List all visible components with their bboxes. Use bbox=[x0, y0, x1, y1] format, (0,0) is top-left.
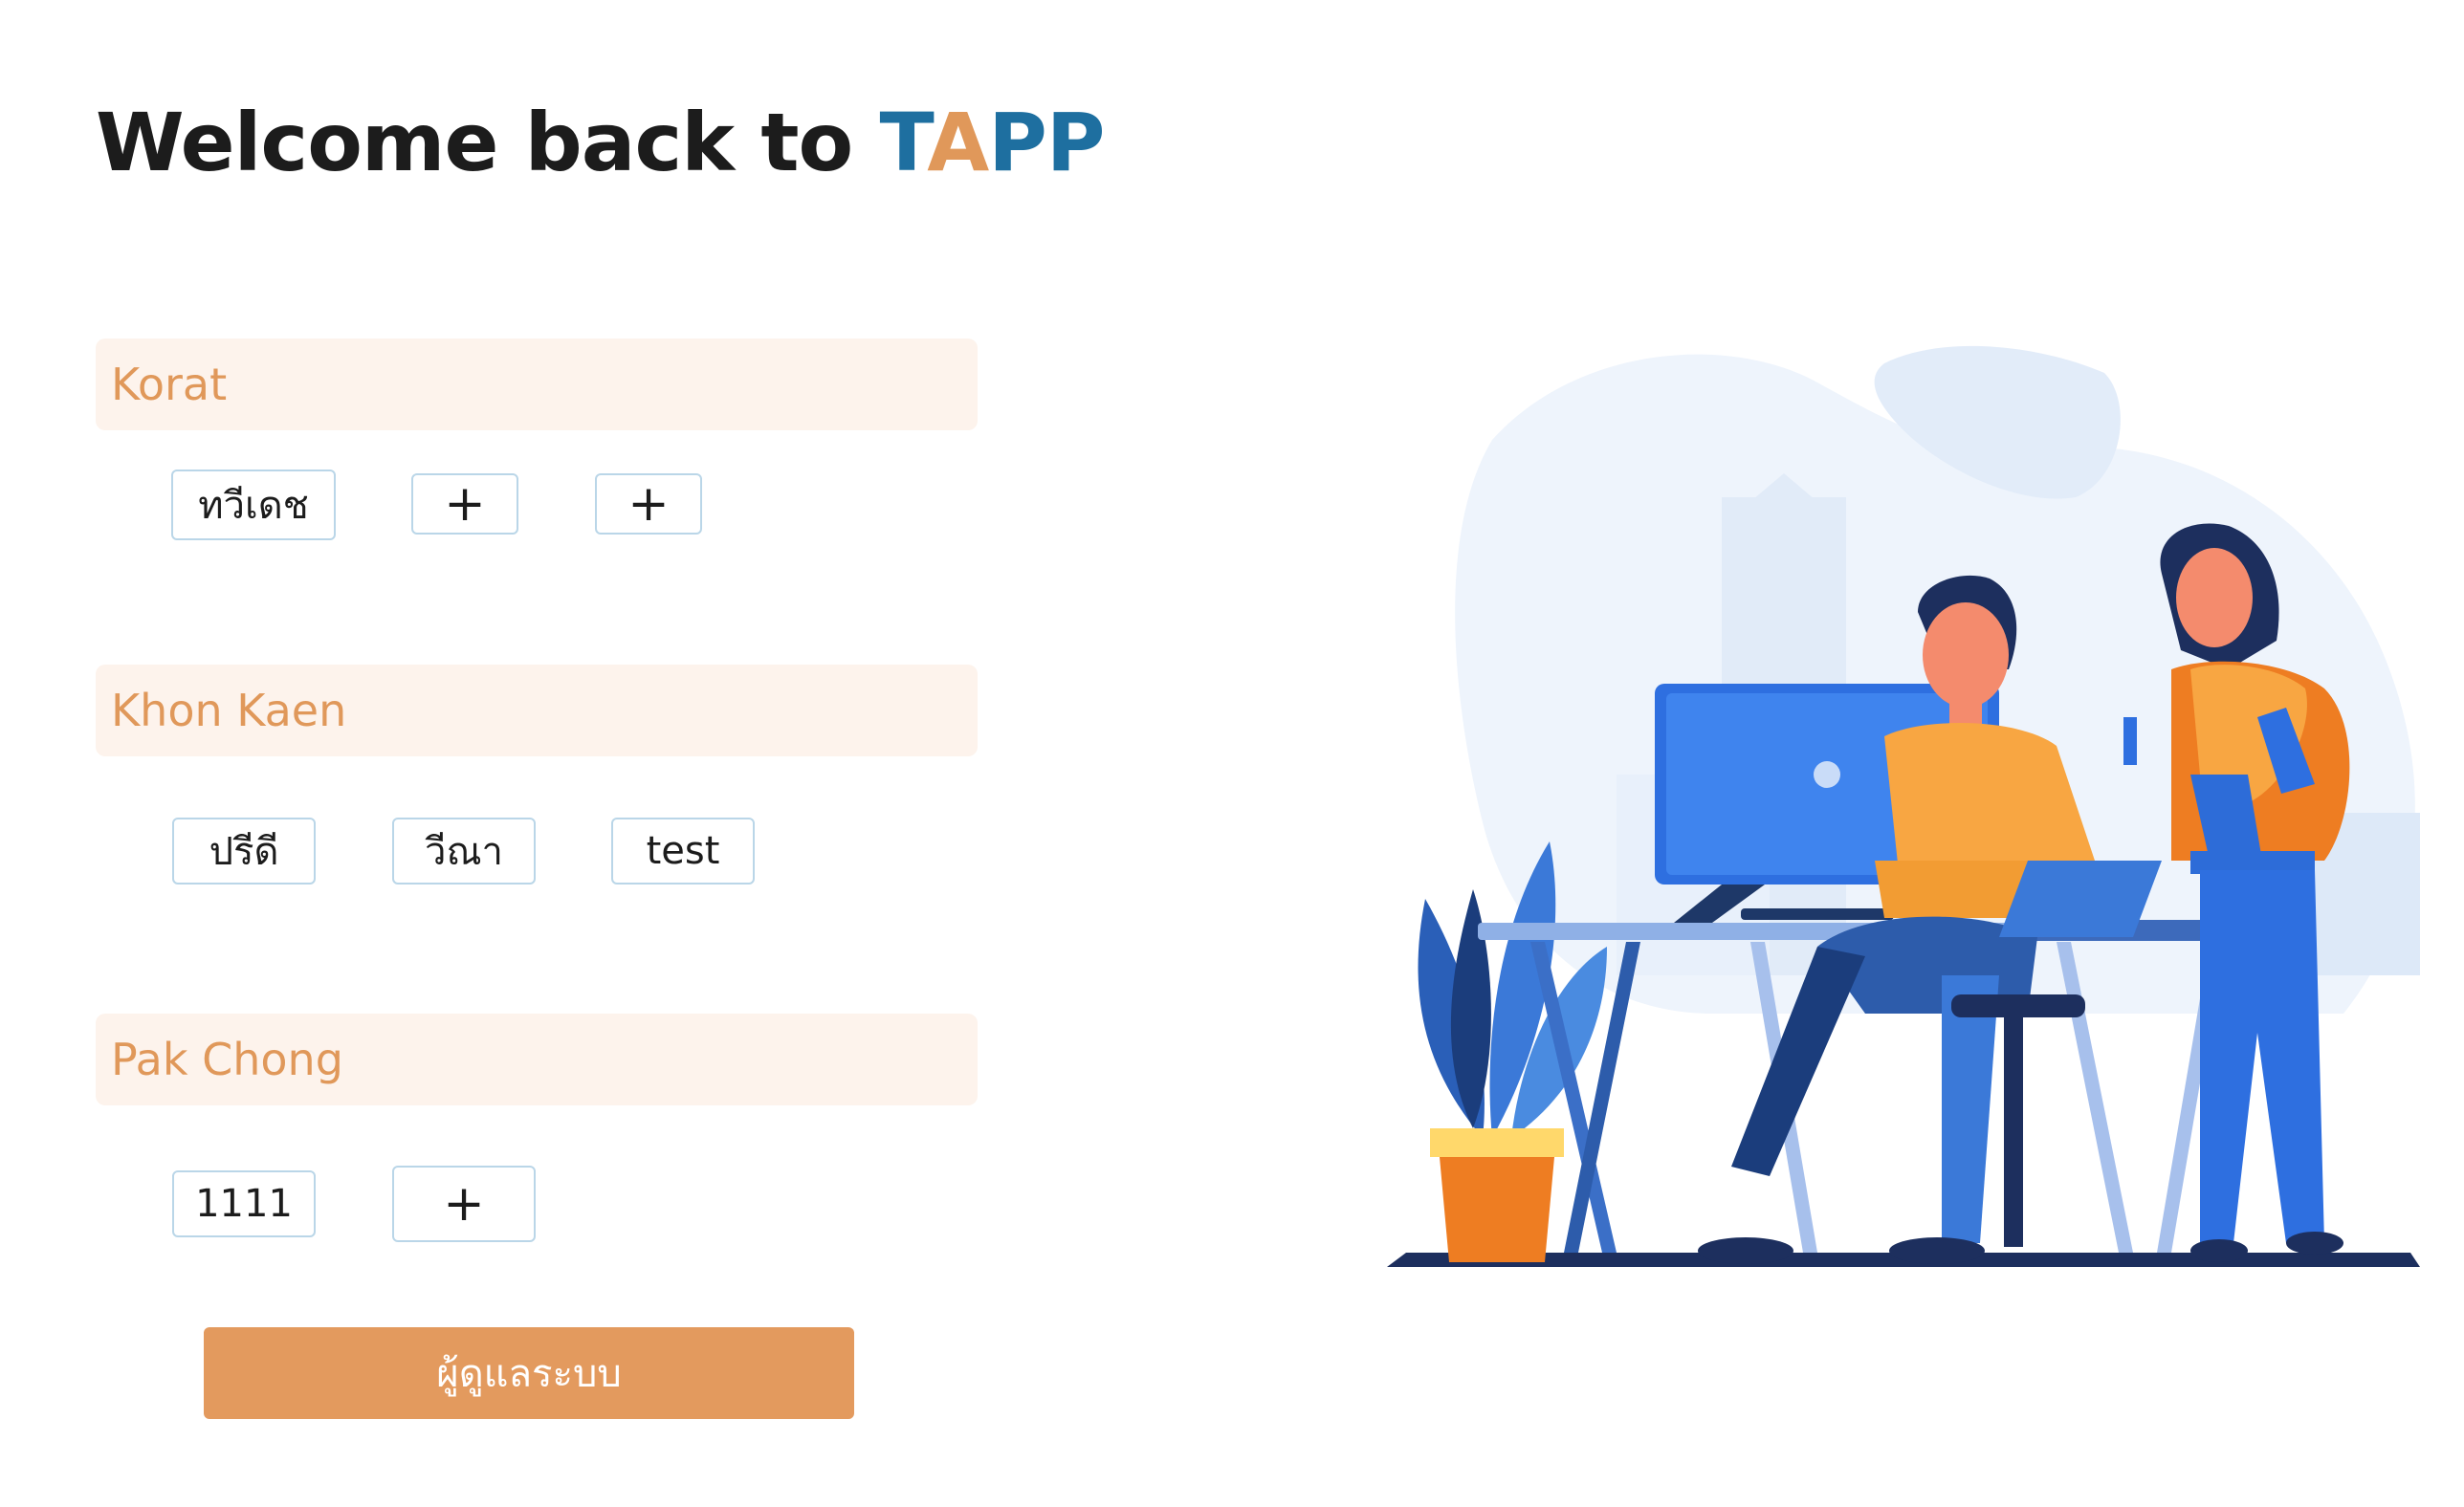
brand-letters-pp: PP bbox=[988, 96, 1105, 189]
user-button-1111[interactable]: 1111 bbox=[172, 1170, 316, 1237]
add-user-button[interactable]: + bbox=[392, 1166, 536, 1242]
title-prefix: Welcome back to bbox=[96, 96, 880, 189]
user-button-test[interactable]: test bbox=[611, 818, 755, 885]
branch-header-pak-chong: Pak Chong bbox=[96, 1014, 978, 1105]
admin-button[interactable]: ผู้ดูแลระบบ bbox=[204, 1327, 854, 1419]
user-button-thawidet[interactable]: ทวีเดช bbox=[171, 470, 336, 540]
page-title: Welcome back to TAPP bbox=[96, 96, 1105, 189]
add-user-button[interactable]: + bbox=[411, 473, 518, 535]
add-user-button[interactable]: + bbox=[595, 473, 702, 535]
branch-header-khon-kaen: Khon Kaen bbox=[96, 665, 978, 756]
branch-name: Korat bbox=[111, 359, 228, 410]
plus-icon: + bbox=[443, 1175, 485, 1233]
office-team-illustration bbox=[1387, 345, 2420, 1267]
plus-icon: + bbox=[627, 475, 670, 533]
brand-letter-t: T bbox=[879, 96, 929, 189]
user-button-weena[interactable]: วีณา bbox=[392, 818, 536, 885]
brand-letter-a: A bbox=[927, 96, 989, 189]
user-button-preedee[interactable]: ปรีดี bbox=[172, 818, 316, 885]
branch-header-korat: Korat bbox=[96, 339, 978, 430]
branch-name: Khon Kaen bbox=[111, 685, 347, 736]
branch-name: Pak Chong bbox=[111, 1034, 343, 1085]
plus-icon: + bbox=[444, 475, 486, 533]
